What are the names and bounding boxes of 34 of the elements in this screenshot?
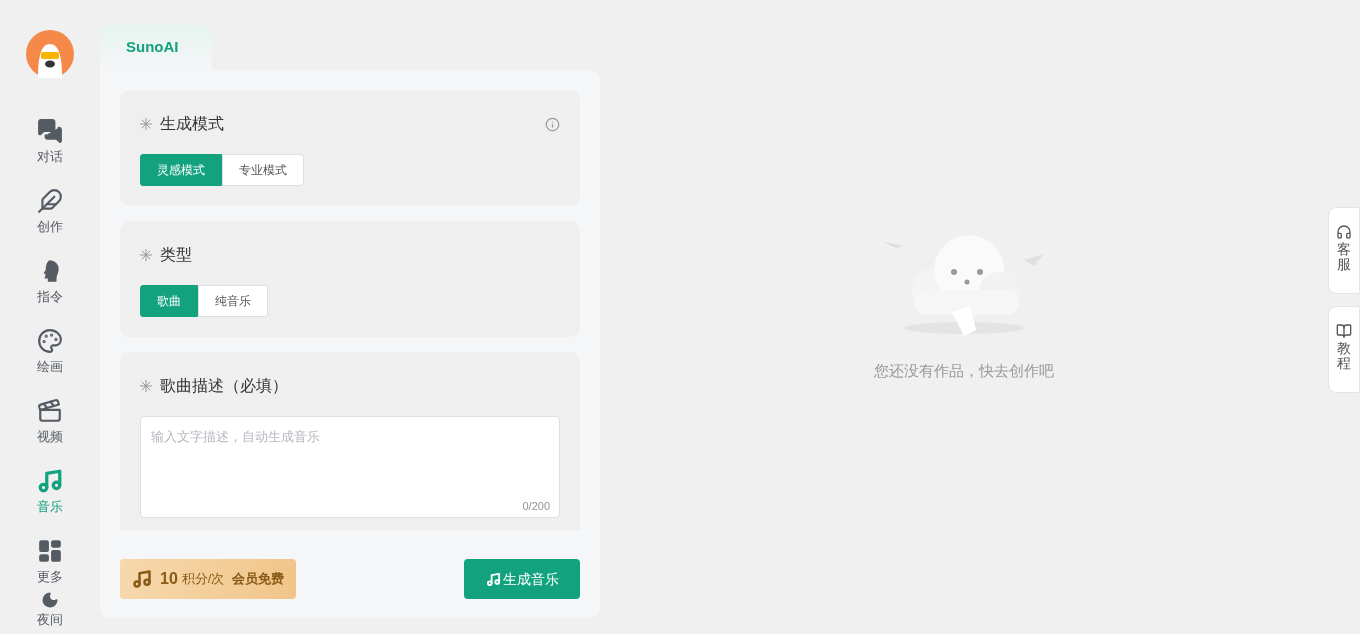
cost-unit: 积分/次 [181, 570, 225, 589]
palette-icon [37, 328, 63, 354]
empty-message: 您还没有作品，快去创作吧 [874, 361, 1054, 381]
moon-icon [41, 591, 59, 609]
night-mode-toggle[interactable]: 夜间 [37, 591, 63, 628]
music-icon [37, 468, 63, 494]
section-title: 生成模式 [160, 114, 224, 134]
asterisk-icon [140, 118, 152, 130]
grid-icon [37, 538, 63, 564]
nav-item[interactable]: 视频 [37, 398, 63, 445]
nav-item[interactable]: 创作 [37, 188, 63, 235]
mode-option[interactable]: 纯音乐 [198, 285, 268, 317]
chat-icon [37, 118, 63, 144]
asterisk-icon [140, 249, 152, 261]
video-icon [37, 398, 63, 424]
cost-amount: 10 [160, 569, 178, 589]
feather-icon [37, 188, 63, 214]
headset-icon [1336, 224, 1352, 240]
side-button[interactable]: 客服 [1328, 207, 1360, 294]
nav-item[interactable]: 绘画 [37, 328, 63, 375]
character-counter: 0/200 [522, 498, 550, 514]
section-title: 歌曲描述（必填） [160, 376, 288, 396]
nav-item[interactable]: 更多 [37, 538, 63, 585]
side-button[interactable]: 教程 [1328, 306, 1360, 393]
mode-option[interactable]: 专业模式 [222, 154, 304, 186]
logo-icon[interactable] [26, 30, 74, 78]
nav-item[interactable]: 指令 [37, 258, 63, 305]
music-icon [132, 569, 152, 589]
section-title: 类型 [160, 245, 192, 265]
music-icon [485, 571, 501, 587]
nav-item[interactable]: 对话 [37, 118, 63, 165]
book-icon [1336, 323, 1352, 339]
member-free-label: 会员免费 [232, 570, 285, 589]
asterisk-icon [140, 380, 152, 392]
